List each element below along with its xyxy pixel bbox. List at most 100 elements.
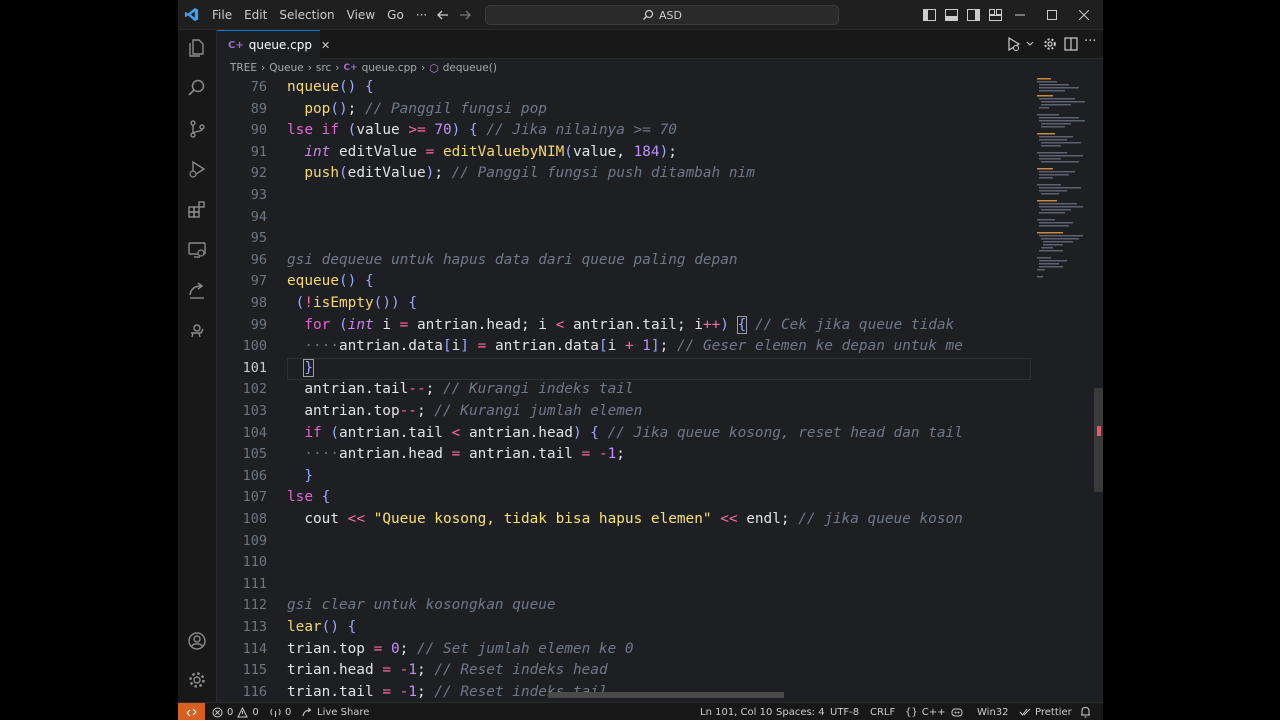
code-line[interactable]: 115 trian.head = -1; // Reset indeks head — [217, 660, 1035, 682]
bell-icon[interactable] — [1080, 703, 1091, 720]
code-line[interactable]: 76 nqueue() { — [217, 78, 1035, 99]
breadcrumb-queue[interactable]: Queue — [269, 62, 304, 74]
code-line[interactable]: 103 antrian.top--; // Kurangi jumlah ele… — [217, 401, 1035, 423]
code-line-current[interactable]: 101 } — [217, 357, 1035, 380]
ports-indicator[interactable]: 0 — [270, 703, 291, 720]
run-debug-dropdown[interactable] — [1006, 36, 1034, 52]
code-text: lse { — [287, 489, 331, 506]
code-line[interactable]: 114 trian.top = 0; // Set jumlah elemen k… — [217, 639, 1035, 661]
encoding-status[interactable]: UTF-8 — [830, 703, 859, 720]
forward-arrow-icon[interactable] — [458, 0, 478, 29]
breadcrumb-src[interactable]: src — [316, 62, 331, 74]
code-line[interactable]: 91 int editValue = editValuebyNIM(value,… — [217, 142, 1035, 164]
run-debug-icon[interactable] — [185, 157, 209, 181]
code-line[interactable]: 102 antrian.tail--; // Kurangi indeks ta… — [217, 379, 1035, 401]
code-line[interactable]: 106 } — [217, 466, 1035, 488]
copilot-icon[interactable] — [951, 703, 963, 720]
code-line[interactable]: 100 ····antrian.data[i] = antrian.data[i… — [217, 336, 1035, 358]
tab-queue-cpp[interactable]: C+ queue.cpp ✕ — [217, 30, 330, 59]
problems-indicator[interactable]: 0 0 — [212, 703, 259, 720]
more-actions-icon[interactable]: ··· — [1084, 34, 1096, 49]
code-line[interactable]: 96 gsi dequeue untuk hapus data dari queu… — [217, 250, 1035, 272]
remote-explorer-icon[interactable] — [185, 238, 209, 262]
line-number: 93 — [250, 187, 267, 203]
double-check-icon — [1019, 708, 1031, 716]
code-line[interactable]: 104 if (antrian.tail < antrian.head) { /… — [217, 423, 1035, 445]
code-line[interactable]: 113 lear() { — [217, 617, 1035, 639]
line-number: 114 — [242, 640, 267, 657]
live-share-sidebar-icon[interactable] — [185, 279, 209, 303]
line-number: 111 — [242, 575, 267, 592]
platform-status[interactable]: Win32 — [977, 703, 1009, 720]
tab-bar: C+ queue.cpp ✕ ··· — [217, 30, 1103, 59]
close-window-icon[interactable] — [1079, 0, 1095, 29]
braces-icon: {} — [905, 706, 918, 718]
remote-indicator[interactable] — [178, 703, 205, 720]
gear-icon[interactable] — [1043, 36, 1057, 55]
toggle-secondary-sidebar-icon[interactable] — [967, 0, 983, 29]
code-line[interactable]: 92 push(editValue); // Panggil fungsi pu… — [217, 163, 1035, 185]
code-line[interactable]: 89 pop(); // Panggil fungsi pop — [217, 99, 1035, 121]
testing-icon[interactable] — [185, 319, 209, 343]
prettier-status[interactable]: Prettier — [1019, 703, 1072, 720]
line-number: 100 — [242, 338, 267, 355]
maximize-icon[interactable] — [1047, 0, 1063, 29]
menu-bar: File Edit Selection View Go ··· — [206, 0, 433, 29]
code-editor[interactable]: 76 nqueue() {89 pop(); // Panggil fungsi … — [217, 78, 1035, 702]
cursor-position[interactable]: Ln 101, Col 10 — [700, 703, 772, 720]
indentation-status[interactable]: Spaces: 4 — [776, 703, 825, 720]
command-center-search[interactable]: ASD — [485, 5, 839, 25]
horizontal-scrollbar[interactable] — [548, 692, 784, 698]
code-line[interactable]: 105 ····antrian.head = antrian.tail = -1… — [217, 444, 1035, 466]
accounts-icon[interactable] — [185, 629, 209, 653]
eol-status[interactable]: CRLF — [870, 703, 895, 720]
code-line[interactable]: 99 for (int i = antrian.head; i < antria… — [217, 315, 1035, 337]
toggle-sidebar-icon[interactable] — [923, 0, 939, 29]
error-count: 0 — [227, 706, 234, 718]
code-line[interactable]: 98 (!isEmpty()) { — [217, 293, 1035, 315]
menu-view[interactable]: View — [341, 8, 381, 22]
code-line[interactable]: 90 lse if (value >= 70) { // Jika nilainy… — [217, 120, 1035, 142]
minimap[interactable] — [1035, 78, 1093, 298]
cpp-file-icon: C+ — [343, 63, 358, 73]
code-text: trian.head = -1; // Reset indeks head — [287, 662, 608, 679]
extensions-icon[interactable] — [185, 198, 209, 222]
code-line[interactable]: 112 gsi clear untuk kosongkan queue — [217, 595, 1035, 617]
live-share-status[interactable]: Live Share — [302, 703, 369, 720]
breadcrumb-file[interactable]: queue.cpp — [362, 62, 417, 74]
remote-icon — [186, 708, 197, 716]
code-line[interactable]: 107 lse { — [217, 487, 1035, 509]
minimize-icon[interactable] — [1015, 0, 1031, 29]
breadcrumb-tree[interactable]: TREE — [230, 62, 257, 74]
code-line[interactable]: 94 — [217, 207, 1035, 229]
code-line[interactable]: 95 — [217, 228, 1035, 250]
code-line[interactable]: 109 — [217, 531, 1035, 553]
vertical-scrollbar[interactable] — [1094, 388, 1103, 492]
split-editor-icon[interactable] — [1064, 36, 1078, 55]
source-control-icon[interactable] — [185, 117, 209, 141]
language-mode[interactable]: {} C++ — [905, 703, 945, 720]
code-line[interactable]: 97 equeue() { — [217, 271, 1035, 293]
menu-more[interactable]: ··· — [410, 8, 433, 22]
menu-go[interactable]: Go — [381, 8, 410, 22]
search-text: ASD — [659, 8, 682, 22]
menu-file[interactable]: File — [206, 8, 238, 22]
search-sidebar-icon[interactable] — [185, 76, 209, 100]
settings-gear-icon[interactable] — [185, 668, 209, 692]
code-line[interactable]: 93 — [217, 185, 1035, 207]
explorer-icon[interactable] — [185, 36, 209, 60]
menu-edit[interactable]: Edit — [238, 8, 273, 22]
toggle-panel-icon[interactable] — [945, 0, 961, 29]
breadcrumb-symbol[interactable]: dequeue() — [443, 62, 497, 74]
line-number: 103 — [242, 403, 267, 419]
back-arrow-icon[interactable] — [436, 0, 456, 29]
customize-layout-icon[interactable] — [989, 0, 1005, 29]
menu-selection[interactable]: Selection — [273, 8, 340, 22]
code-line[interactable]: 111 — [217, 574, 1035, 596]
tab-close-icon[interactable]: ✕ — [321, 39, 330, 52]
code-text: antrian.tail--; // Kurangi indeks tail — [287, 381, 634, 398]
code-line[interactable]: 110 — [217, 552, 1035, 574]
code-text: for (int i = antrian.head; i < antrian.t… — [304, 315, 955, 334]
code-line[interactable]: 108 cout << "Queue kosong, tidak bisa ha… — [217, 509, 1035, 531]
breadcrumb: TREE › Queue › src › C+ queue.cpp › ⬡ de… — [230, 59, 497, 77]
